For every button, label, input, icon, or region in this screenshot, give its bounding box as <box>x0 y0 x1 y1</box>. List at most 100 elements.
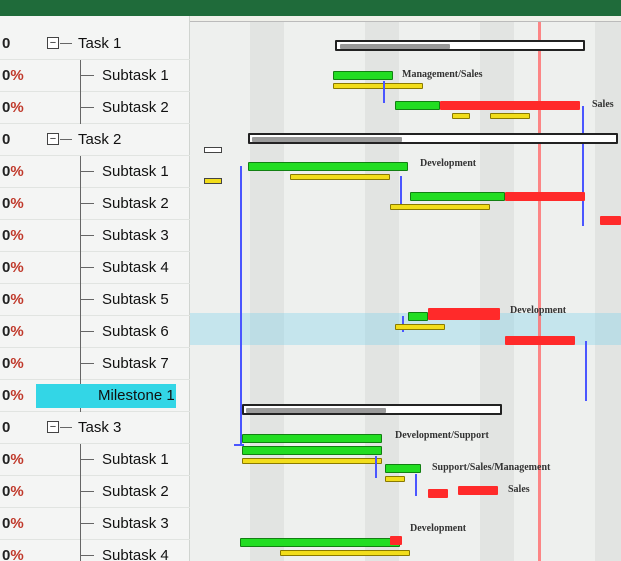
percent-complete: 0 <box>2 131 32 148</box>
subtask-row[interactable]: 0% Subtask 7 <box>0 348 190 380</box>
day-letter: S <box>190 16 206 19</box>
subtask-row[interactable]: 0% Subtask 4 <box>0 540 190 561</box>
task-name[interactable]: Subtask 7 <box>96 352 175 376</box>
t1-subtask-2-bar-done[interactable] <box>395 101 440 110</box>
tree-connector <box>60 139 72 140</box>
t1-subtask-2-bar-remaining[interactable] <box>440 101 580 110</box>
window-top-band <box>0 0 621 16</box>
bar-label: Development/Support <box>395 430 489 441</box>
day-letter: F <box>271 16 287 19</box>
subtask-row[interactable]: 0% Subtask 1 <box>0 60 190 92</box>
t2-subtask-1-baseline <box>290 174 390 180</box>
task-name[interactable]: Subtask 3 <box>96 224 175 248</box>
task-name[interactable]: Subtask 1 <box>96 448 175 472</box>
t1-subtask-1-bar[interactable] <box>333 71 393 80</box>
subtask-row[interactable]: 0% Subtask 5 <box>0 284 190 316</box>
gantt-timeline[interactable]: SMTWTFSSMTWTFSSMTWTFSSMTWT Management/Sa… <box>190 16 621 561</box>
subtask-row[interactable]: 0% Subtask 1 <box>0 444 190 476</box>
tree-connector <box>80 331 94 332</box>
task-name[interactable]: Subtask 5 <box>96 288 175 312</box>
task-name[interactable]: Task 3 <box>72 416 127 440</box>
bar-label: Sales <box>592 99 614 110</box>
t3-subtask-3-bar[interactable] <box>458 486 498 495</box>
task-row[interactable]: 0 − Task 1 <box>0 28 190 60</box>
task-name[interactable]: Subtask 2 <box>96 192 175 216</box>
collapse-icon[interactable]: − <box>47 421 59 433</box>
task-name[interactable]: Subtask 2 <box>96 96 175 120</box>
task-name[interactable]: Subtask 1 <box>96 64 175 88</box>
t3-subtask-4-bar-done[interactable] <box>240 538 400 547</box>
subtask-row[interactable]: 0% Subtask 1 <box>0 156 190 188</box>
day-letter: S <box>287 16 303 19</box>
task-name[interactable]: Subtask 4 <box>96 544 175 561</box>
tree-connector <box>80 476 81 508</box>
subtask-row[interactable]: 0% Subtask 3 <box>0 220 190 252</box>
day-letter: W <box>352 16 368 19</box>
percent-complete: 0% <box>2 99 32 116</box>
dependency-connector <box>400 176 402 204</box>
subtask-row[interactable]: 0% Subtask 2 <box>0 92 190 124</box>
subtask-row[interactable]: 0% Subtask 2 <box>0 476 190 508</box>
t3-subtask-1-bar[interactable] <box>242 446 382 455</box>
t1-subtask-2-baseline <box>452 113 470 119</box>
day-letter: W <box>579 16 595 19</box>
weekend-column <box>250 22 284 561</box>
t3-subtask-4-bar-remaining[interactable] <box>390 536 402 545</box>
t2-subtask-1-bar[interactable] <box>248 162 408 171</box>
t3-subtask-2-baseline <box>385 476 405 482</box>
t2-subtask-6-bar-remaining[interactable] <box>428 308 500 320</box>
t2-subtask-6-bar-done[interactable] <box>408 312 428 321</box>
task-row[interactable]: 0 − Task 2 <box>0 124 190 156</box>
percent-complete: 0% <box>2 67 32 84</box>
day-letter: T <box>222 16 238 19</box>
milestone-row[interactable]: 0% Milestone 1 <box>0 380 190 412</box>
subtask-row[interactable]: 0% Subtask 4 <box>0 252 190 284</box>
task-name[interactable]: Subtask 1 <box>96 160 175 184</box>
percent-complete: 0% <box>2 483 32 500</box>
t1-subtask-2-baseline <box>490 113 530 119</box>
t3-subtask-1-bar[interactable] <box>242 434 382 443</box>
tree-connector <box>80 363 94 364</box>
t3-subtask-1-baseline <box>242 458 382 464</box>
task-name[interactable]: Task 2 <box>72 128 127 152</box>
percent-complete: 0% <box>2 515 32 532</box>
percent-sign: % <box>10 387 24 404</box>
percent-complete: 0% <box>2 195 32 212</box>
task-name[interactable]: Subtask 3 <box>96 512 175 536</box>
day-letter: S <box>303 16 319 19</box>
t3-subtask-3-bar[interactable] <box>428 489 448 498</box>
tree-connector <box>80 252 81 284</box>
t3-subtask-2-bar[interactable] <box>385 464 421 473</box>
t2-subtask-7-bar[interactable] <box>505 336 575 345</box>
percent-value: 0 <box>2 131 11 148</box>
task-name[interactable]: Milestone 1 <box>36 384 176 408</box>
tree-connector <box>80 316 81 348</box>
subtask-row[interactable]: 0% Subtask 3 <box>0 508 190 540</box>
task-name[interactable]: Subtask 4 <box>96 256 175 280</box>
collapse-icon[interactable]: − <box>47 37 59 49</box>
day-letter: W <box>465 16 481 19</box>
tree-connector <box>80 235 94 236</box>
task-row[interactable]: 0 − Task 3 <box>0 412 190 444</box>
t2-subtask-2-bar-remaining[interactable] <box>505 192 585 201</box>
day-letter: T <box>449 16 465 19</box>
task-name[interactable]: Subtask 2 <box>96 480 175 504</box>
task-grid: 0 − Task 1 0% Subtask 1 0% Subtask 2 0 − Task 2 0%… <box>0 16 190 561</box>
percent-value: 0 <box>2 35 11 52</box>
subtask-row[interactable]: 0% Subtask 6 <box>0 316 190 348</box>
t2-subtask-2-bar-done[interactable] <box>410 192 505 201</box>
collapse-icon[interactable]: − <box>47 133 59 145</box>
tree-connector <box>60 43 72 44</box>
task-name[interactable]: Subtask 6 <box>96 320 175 344</box>
tree-connector <box>80 540 81 561</box>
percent-complete: 0 <box>2 35 32 52</box>
percent-complete: 0% <box>2 387 32 404</box>
dependency-connector <box>375 456 377 478</box>
percent-sign: % <box>10 483 24 500</box>
task-name[interactable]: Task 1 <box>72 32 127 56</box>
subtask-row[interactable]: 0% Subtask 2 <box>0 188 190 220</box>
percent-sign: % <box>10 515 24 532</box>
percent-sign: % <box>10 451 24 468</box>
t2-subtask-3-bar[interactable] <box>600 216 621 225</box>
day-letter: T <box>562 16 578 19</box>
